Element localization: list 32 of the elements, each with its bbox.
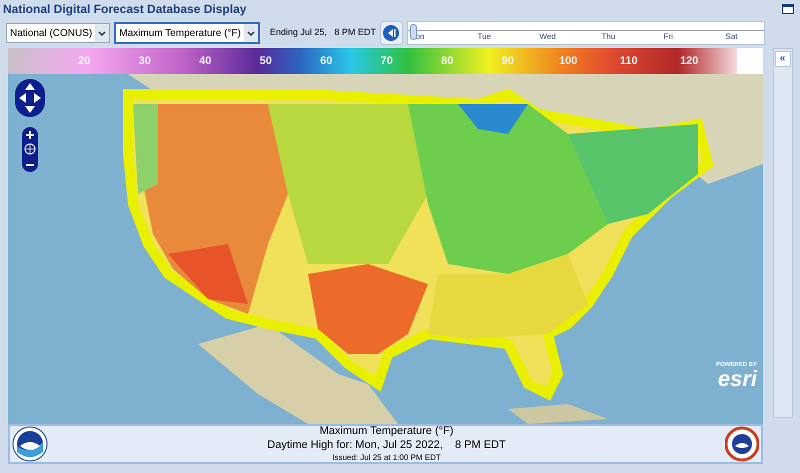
legend-label: 120: [680, 54, 698, 69]
noaa-logo: [12, 426, 48, 462]
window-icon[interactable]: [782, 4, 794, 14]
element-dropdown[interactable]: Maximum Temperature (°F): [114, 22, 260, 44]
ending-time: Ending Jul 25, 8 PM EDT: [270, 26, 376, 40]
day-label: Sat: [726, 32, 738, 41]
legend-label: 70: [380, 54, 393, 69]
legend-label: 40: [199, 54, 212, 69]
legend-label: 110: [620, 54, 638, 69]
legend-label: 90: [502, 54, 514, 69]
nws-logo: [725, 426, 759, 462]
legend-label: 30: [138, 54, 151, 69]
previous-button[interactable]: [380, 21, 403, 45]
region-dropdown[interactable]: National (CONUS): [6, 23, 110, 43]
day-label: Tue: [478, 32, 492, 41]
legend-label: 100: [559, 54, 578, 69]
legend-label: 80: [441, 54, 454, 69]
window-title: National Digital Forecast Database Display: [3, 1, 246, 18]
day-label: Thu: [602, 32, 616, 41]
timeline-thumb[interactable]: [410, 24, 417, 40]
chevron-icon: [98, 30, 106, 36]
chevron-icon: [246, 30, 255, 36]
day-label: Wed: [540, 32, 556, 41]
footer-title: Maximum Temperature (°F): [320, 425, 454, 439]
issued-time: Issued: Jul 25 at 1:00 PM EDT: [332, 452, 441, 463]
forecast-time: Daytime High for: Mon, Jul 25 2022, 8 PM EDT: [267, 439, 506, 453]
legend-label: 60: [320, 54, 332, 69]
collapse-button[interactable]: «: [774, 51, 790, 67]
legend-label: 50: [260, 54, 272, 69]
zoom-control[interactable]: [22, 127, 38, 172]
legend-label: 20: [78, 54, 90, 69]
day-label: Fri: [664, 32, 673, 41]
